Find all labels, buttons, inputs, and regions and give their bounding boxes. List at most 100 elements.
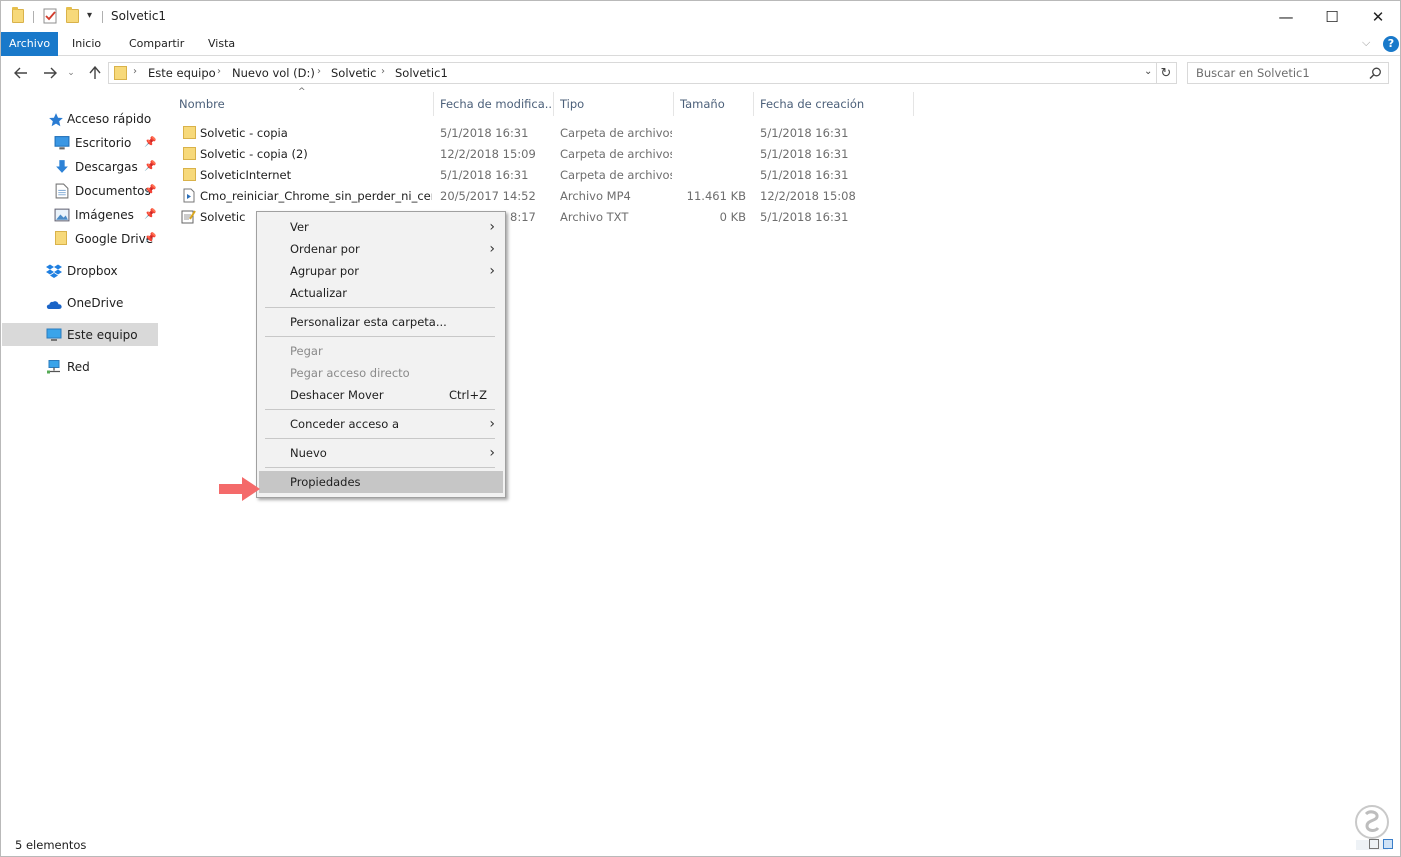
nav-item-descargas[interactable]: Descargas 📌	[54, 156, 158, 178]
column-header-fecha-modificacion[interactable]: Fecha de modifica...	[440, 96, 552, 116]
tab-inicio[interactable]: Inicio	[62, 32, 111, 56]
column-header-tipo[interactable]: Tipo	[560, 96, 670, 116]
minimize-button[interactable]: —	[1263, 1, 1309, 32]
back-button[interactable]	[10, 62, 32, 84]
file-name: Solvetic	[200, 210, 246, 224]
breadcrumb-separator-icon: ›	[317, 66, 321, 77]
pin-icon[interactable]: 📌	[144, 204, 156, 226]
dropbox-icon	[46, 264, 62, 278]
column-header-fecha-creacion[interactable]: Fecha de creación	[760, 96, 910, 116]
nav-item-google-drive[interactable]: Google Drive 📌	[54, 228, 158, 250]
folder-icon	[183, 168, 196, 181]
nav-label: Este equipo	[67, 328, 138, 342]
folder-icon	[55, 231, 67, 245]
menu-item-nuevo[interactable]: Nuevo ›	[259, 442, 503, 464]
pin-icon[interactable]: 📌	[144, 228, 156, 250]
up-button[interactable]	[84, 62, 106, 84]
address-dropdown-icon[interactable]: ⌄	[1144, 66, 1152, 77]
pin-icon[interactable]: 📌	[144, 156, 156, 178]
title-bar: ▾ Solvetic1 — ☐ ✕	[1, 1, 1400, 32]
menu-item-personalizar-carpeta[interactable]: Personalizar esta carpeta...	[259, 311, 503, 333]
column-header-tamano[interactable]: Tamaño	[680, 96, 750, 116]
text-file-icon	[181, 210, 196, 224]
recent-locations-button[interactable]: ⌄	[64, 62, 78, 84]
pin-icon[interactable]: 📌	[144, 132, 156, 154]
minimize-icon: —	[1278, 7, 1294, 26]
properties-check-icon[interactable]	[43, 8, 58, 27]
file-type: Carpeta de archivos	[560, 147, 672, 161]
file-modified: 12/2/2018 15:09	[440, 147, 536, 161]
chevron-right-icon: ›	[489, 241, 495, 257]
breadcrumb-solvetic1[interactable]: Solvetic1	[395, 66, 448, 80]
nav-label: Escritorio	[75, 136, 132, 150]
menu-item-propiedades[interactable]: Propiedades	[259, 471, 503, 493]
nav-label: Imágenes	[75, 208, 134, 222]
back-arrow-icon	[14, 67, 27, 79]
file-name: SolveticInternet	[200, 168, 292, 182]
maximize-button[interactable]: ☐	[1309, 1, 1355, 32]
file-size: 11.461 KB	[686, 189, 746, 203]
expand-ribbon-icon[interactable]: ⌵	[1362, 36, 1370, 50]
cloud-icon	[46, 301, 62, 309]
folder-icon	[12, 7, 24, 23]
menu-item-ver[interactable]: Ver ›	[259, 216, 503, 238]
menu-separator	[265, 409, 495, 410]
nav-item-documentos[interactable]: Documentos 📌	[54, 180, 158, 202]
file-name: Cmo_reiniciar_Chrome_sin_perder_ni_cer..…	[200, 189, 432, 203]
menu-item-conceder-acceso[interactable]: Conceder acceso a ›	[259, 413, 503, 435]
tab-vista[interactable]: Vista	[198, 32, 245, 56]
computer-icon	[46, 328, 62, 341]
window-title: Solvetic1	[111, 9, 167, 23]
close-button[interactable]: ✕	[1355, 1, 1401, 32]
file-modified: 5/1/2018 16:31	[440, 168, 529, 182]
tab-archivo[interactable]: Archivo	[1, 32, 58, 56]
new-folder-icon[interactable]	[66, 7, 79, 23]
file-created: 5/1/2018 16:31	[760, 210, 849, 224]
chevron-right-icon: ›	[489, 416, 495, 432]
search-box[interactable]: Buscar en Solvetic1	[1187, 62, 1389, 84]
large-icons-view-icon[interactable]	[1383, 839, 1393, 849]
shortcut-label: Ctrl+Z	[449, 388, 487, 402]
file-size	[676, 166, 746, 184]
file-size	[676, 145, 746, 163]
file-modified: 20/5/2017 14:52	[440, 189, 536, 203]
file-row[interactable]: Cmo_reiniciar_Chrome_sin_perder_ni_cer..…	[176, 186, 916, 207]
breadcrumb-nuevo-vol[interactable]: Nuevo vol (D:)	[232, 66, 315, 80]
breadcrumb-separator-icon: ›	[381, 66, 385, 77]
menu-item-agrupar-por[interactable]: Agrupar por ›	[259, 260, 503, 282]
breadcrumb-solvetic[interactable]: Solvetic	[331, 66, 376, 80]
pin-icon[interactable]: 📌	[144, 180, 156, 202]
menu-item-deshacer-mover[interactable]: Deshacer Mover Ctrl+Z	[259, 384, 503, 406]
menu-item-pegar-acceso-directo: Pegar acceso directo	[290, 366, 410, 380]
help-button[interactable]: ?	[1383, 36, 1399, 52]
address-bar[interactable]: › Este equipo › Nuevo vol (D:) › Solveti…	[108, 62, 1157, 84]
column-header-nombre[interactable]: Nombre	[179, 96, 429, 116]
file-row[interactable]: SolveticInternet 5/1/2018 16:31 Carpeta …	[176, 165, 916, 186]
file-row[interactable]: Solvetic - copia 5/1/2018 16:31 Carpeta …	[176, 123, 916, 144]
menu-separator	[265, 438, 495, 439]
nav-item-imagenes[interactable]: Imágenes 📌	[54, 204, 158, 226]
file-size	[676, 124, 746, 142]
up-arrow-icon	[89, 66, 101, 79]
forward-button[interactable]	[39, 62, 61, 84]
menu-item-pegar: Pegar	[290, 344, 323, 358]
breadcrumb-este-equipo[interactable]: Este equipo	[148, 66, 216, 80]
file-created: 5/1/2018 16:31	[760, 147, 849, 161]
network-icon	[47, 360, 60, 374]
menu-separator	[265, 307, 495, 308]
customize-quick-access-icon[interactable]: ▾	[87, 10, 92, 21]
pictures-icon	[54, 208, 70, 222]
menu-item-actualizar[interactable]: Actualizar	[259, 282, 503, 304]
nav-label: Red	[67, 360, 90, 374]
file-created: 12/2/2018 15:08	[760, 189, 856, 203]
nav-item-escritorio[interactable]: Escritorio 📌	[54, 132, 158, 154]
refresh-button[interactable]: ↻	[1156, 62, 1177, 84]
file-created: 5/1/2018 16:31	[760, 126, 849, 140]
close-icon: ✕	[1371, 7, 1385, 26]
menu-item-ordenar-por[interactable]: Ordenar por ›	[259, 238, 503, 260]
tab-compartir[interactable]: Compartir	[119, 32, 194, 56]
file-type: Carpeta de archivos	[560, 126, 672, 140]
file-row[interactable]: Solvetic - copia (2) 12/2/2018 15:09 Car…	[176, 144, 916, 165]
details-view-icon[interactable]	[1369, 839, 1379, 849]
star-icon	[49, 113, 63, 127]
